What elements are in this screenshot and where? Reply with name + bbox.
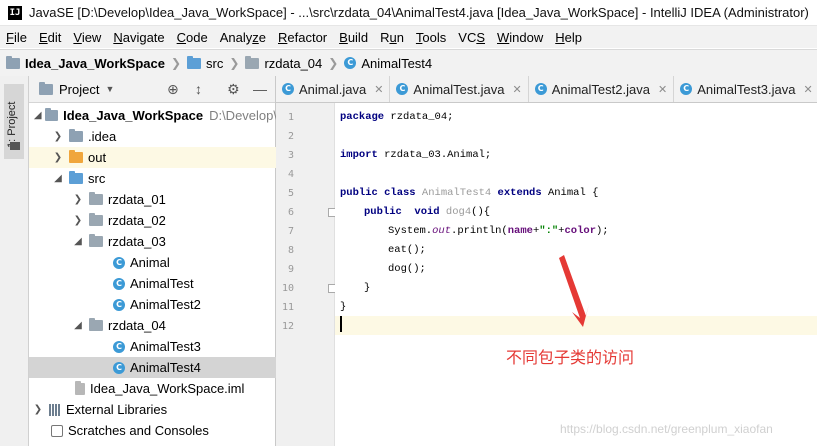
annotation-text: 不同包子类的访问	[506, 348, 635, 367]
watermark: https://blog.csdn.net/greenplum_xiaofan	[560, 422, 773, 436]
red-arrow-shape	[559, 255, 589, 327]
annotation-arrow	[559, 255, 589, 327]
